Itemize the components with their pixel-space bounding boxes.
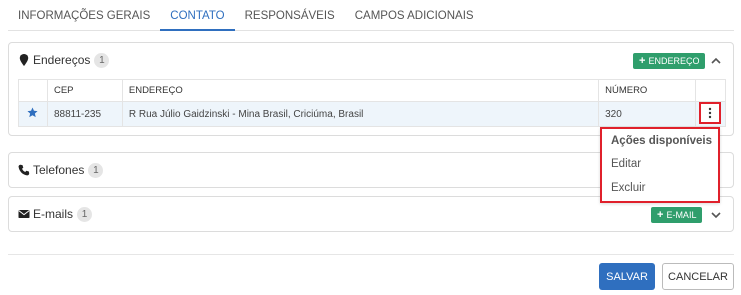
addresses-panel: Endereços 1 + ENDEREÇO CEP ENDEREÇO NÚMER…: [8, 42, 734, 136]
actions-dropdown: Ações disponíveis Editar Excluir: [600, 127, 720, 203]
phones-count-badge: 1: [88, 162, 104, 178]
add-address-button[interactable]: + ENDEREÇO: [633, 53, 706, 69]
phones-title: Telefones: [33, 163, 85, 177]
phone-icon: [18, 164, 30, 176]
addresses-count-badge: 1: [94, 52, 110, 68]
table-header-row: CEP ENDEREÇO NÚMERO: [18, 79, 726, 102]
chevron-down-icon[interactable]: [709, 208, 723, 222]
plus-icon: +: [639, 55, 646, 67]
kebab-menu-icon: [708, 107, 712, 119]
table-row[interactable]: 88811-235 R Rua Júlio Gaidzinski - Mina …: [18, 101, 726, 127]
addresses-title: Endereços: [33, 53, 91, 67]
menu-item-excluir[interactable]: Excluir: [611, 182, 646, 194]
column-header-numero: NÚMERO: [598, 79, 696, 102]
footer-divider: [8, 254, 734, 255]
save-button[interactable]: SALVAR: [599, 263, 655, 290]
add-address-label: ENDEREÇO: [648, 56, 700, 66]
actions-dropdown-header: Ações disponíveis: [611, 135, 712, 147]
column-header-endereco: ENDEREÇO: [121, 79, 600, 102]
chevron-up-icon[interactable]: [709, 54, 723, 68]
tab-informacoes-gerais[interactable]: INFORMAÇÕES GERAIS: [8, 0, 160, 31]
row-actions-button[interactable]: [699, 102, 721, 124]
emails-title: E-mails: [33, 207, 74, 221]
emails-count-badge: 1: [77, 206, 93, 222]
actions-column-header: [695, 79, 726, 102]
tab-responsaveis[interactable]: RESPONSÁVEIS: [235, 0, 345, 31]
favorite-column-header: [18, 79, 48, 102]
addresses-panel-header: Endereços 1: [9, 43, 733, 77]
map-pin-icon: [18, 54, 30, 66]
cancel-button[interactable]: CANCELAR: [662, 263, 734, 290]
endereco-cell: R Rua Júlio Gaidzinski - Mina Brasil, Cr…: [121, 101, 600, 127]
numero-cell: 320: [598, 101, 696, 127]
add-email-label: E-MAIL: [666, 210, 697, 220]
tab-campos-adicionais[interactable]: CAMPOS ADICIONAIS: [345, 0, 484, 31]
cep-cell: 88811-235: [46, 101, 123, 127]
plus-icon: +: [657, 209, 664, 221]
envelope-icon: [18, 208, 30, 220]
star-icon[interactable]: [27, 107, 39, 118]
tab-contato[interactable]: CONTATO: [160, 0, 235, 31]
addresses-table: CEP ENDEREÇO NÚMERO 88811-235 R Rua Júli…: [18, 79, 726, 127]
column-header-cep: CEP: [46, 79, 123, 102]
menu-item-editar[interactable]: Editar: [611, 158, 641, 170]
add-email-button[interactable]: + E-MAIL: [651, 207, 703, 223]
tab-bar: INFORMAÇÕES GERAIS CONTATO RESPONSÁVEIS …: [8, 0, 734, 31]
favorite-cell: [18, 101, 48, 127]
